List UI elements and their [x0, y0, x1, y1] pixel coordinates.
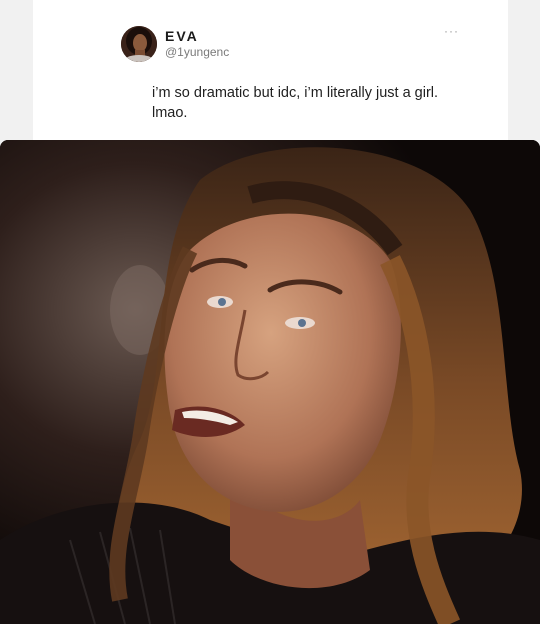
reaction-photo: [0, 140, 540, 624]
avatar[interactable]: [121, 26, 157, 62]
tweet-text-line-1: i’m so dramatic but idc, i’m literally j…: [152, 85, 439, 101]
post-screenshot: EVA @1yungenc ··· i’m so dramatic but id…: [0, 0, 540, 624]
user-handle[interactable]: @1yungenc: [165, 45, 229, 59]
display-name[interactable]: EVA: [165, 28, 199, 44]
more-horizontal-icon[interactable]: ···: [444, 25, 459, 37]
tweet-card: EVA @1yungenc ··· i’m so dramatic but id…: [33, 0, 508, 140]
tweet-text-line-2: lmao.: [152, 105, 188, 121]
tweet-text: i’m so dramatic but idc, i’m literally j…: [152, 83, 492, 123]
reaction-photo-illustration: [0, 140, 540, 624]
